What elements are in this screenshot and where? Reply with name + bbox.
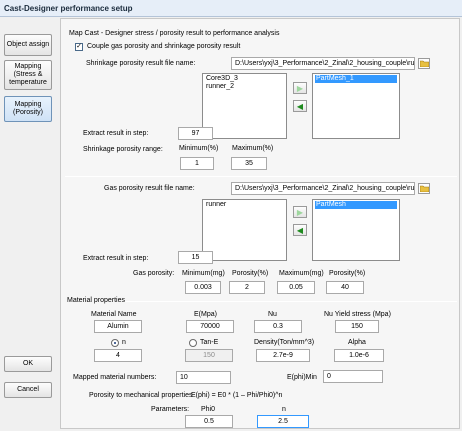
shrinkage-step-label: Extract result in step: (83, 130, 149, 137)
gas-min-input[interactable]: 0.003 (185, 281, 221, 294)
mapping-porosity-line2: (Porosity) (13, 109, 43, 116)
params-label: Parameters: (151, 406, 190, 413)
gas-por2-header: Porosity(%) (329, 270, 366, 277)
alpha-input[interactable]: 1.0e-6 (334, 349, 384, 362)
formula-text: E(phi) = E0 * (1 – Phi/Phi0)^n (191, 392, 283, 399)
gas-min-header: Minimum(mg) (182, 270, 225, 277)
cancel-button[interactable]: Cancel (4, 382, 52, 398)
list-item[interactable]: runner_2 (205, 83, 284, 91)
object-assign-button[interactable]: Object assign (4, 34, 52, 56)
list-item[interactable]: Core3D_3 (205, 75, 284, 83)
shrinkage-range-label: Shrinkage porosity range: (83, 146, 163, 153)
gas-por2-input[interactable]: 40 (326, 281, 364, 294)
shrinkage-min-header: Minimum(%) (179, 145, 219, 152)
shrinkage-selected-list[interactable]: PartMesh_1 (312, 73, 400, 139)
folder-icon (419, 60, 429, 67)
density-header: Density(Ton/mm^3) (254, 339, 315, 346)
density-input[interactable]: 2.7e-9 (256, 349, 310, 362)
n2-input[interactable]: 2.5 (257, 415, 309, 428)
gas-por1-input[interactable]: 2 (229, 281, 265, 294)
mapping-porosity-line1: Mapping (14, 101, 42, 108)
n-radio-label: n (122, 339, 126, 346)
shrinkage-remove-button[interactable]: ◀ (293, 100, 307, 112)
main-panel: Map Cast - Designer stress / porosity re… (60, 18, 460, 429)
shrinkage-available-list[interactable]: Core3D_3 runner_2 (202, 73, 287, 139)
list-item[interactable]: PartMesh_1 (315, 75, 397, 83)
gas-porosity-label: Gas porosity: (133, 270, 175, 277)
tane-input: 150 (185, 349, 233, 362)
arrow-left-icon: ◀ (296, 225, 304, 235)
mapping-stress-line2: (Stress & (13, 71, 43, 78)
folder-icon (419, 185, 429, 192)
yield-header: Nu Yield stress (Mpa) (324, 311, 391, 318)
shrinkage-browse-button[interactable] (418, 58, 430, 69)
gas-file-label: Gas porosity result file name: (104, 185, 195, 192)
n-radio[interactable] (111, 339, 119, 347)
gas-browse-button[interactable] (418, 183, 430, 194)
gas-add-button[interactable]: ▶ (293, 206, 307, 218)
n2-header: n (282, 406, 286, 413)
shrinkage-min-input[interactable]: 1 (180, 157, 214, 170)
gas-step-input[interactable]: 15 (178, 251, 213, 264)
divider (65, 176, 457, 177)
list-item[interactable]: runner (205, 201, 284, 209)
phi0-input[interactable]: 0.5 (185, 415, 233, 428)
tane-radio-label: Tan-E (200, 339, 219, 346)
gas-remove-button[interactable]: ◀ (293, 224, 307, 236)
ok-button[interactable]: OK (4, 356, 52, 372)
divider (121, 301, 457, 302)
left-nav-panel: Object assign Mapping (Stress & temperat… (0, 18, 58, 431)
material-name-header: Material Name (91, 311, 137, 318)
alpha-header: Alpha (348, 339, 366, 346)
gas-max-header: Maximum(mg) (279, 270, 324, 277)
page-title: Map Cast - Designer stress / porosity re… (69, 30, 280, 37)
gas-available-list[interactable]: runner (202, 199, 287, 261)
shrinkage-file-input[interactable]: D:\Users\yxj\3_Performance\2_Zinal\2_hou… (231, 57, 415, 70)
mapping-stress-line1: Mapping (14, 63, 42, 70)
nu-header: Nu (268, 311, 277, 318)
yield-input[interactable]: 150 (335, 320, 379, 333)
couple-checkbox-label: Couple gas porosity and shrinkage porosi… (87, 43, 241, 50)
e-header: E(Mpa) (194, 311, 217, 318)
gas-max-input[interactable]: 0.05 (277, 281, 315, 294)
arrow-right-icon: ▶ (296, 83, 304, 93)
e-input[interactable]: 70000 (186, 320, 234, 333)
shrinkage-step-input[interactable]: 97 (178, 127, 213, 140)
arrow-right-icon: ▶ (296, 207, 304, 217)
n-input[interactable]: 4 (94, 349, 142, 362)
mapping-stress-line3: temperature (9, 79, 47, 86)
window-title: Cast-Designer performance setup (0, 0, 462, 17)
shrinkage-max-input[interactable]: 35 (231, 157, 267, 170)
couple-checkbox[interactable]: ✓ (75, 43, 83, 51)
mapping-porosity-button[interactable]: Mapping (Porosity) (4, 96, 52, 122)
gas-step-label: Extract result in step: (83, 255, 149, 262)
material-name-input[interactable]: Alumin (94, 320, 142, 333)
gas-por1-header: Porosity(%) (232, 270, 269, 277)
formula-label: Porosity to mechanical properties (89, 392, 193, 399)
shrinkage-file-label: Shrinkage porosity result file name: (86, 60, 196, 67)
ephi-min-label: E(phi)Min (287, 374, 317, 381)
mapping-stress-button[interactable]: Mapping (Stress & temperature (4, 60, 52, 90)
material-section-label: Material properties (67, 297, 125, 304)
shrinkage-max-header: Maximum(%) (232, 145, 274, 152)
gas-selected-list[interactable]: PartMesh (312, 199, 400, 261)
phi0-header: Phi0 (201, 406, 216, 413)
gas-file-input[interactable]: D:\Users\yxj\3_Performance\2_Zinal\2_hou… (231, 182, 415, 195)
shrinkage-add-button[interactable]: ▶ (293, 82, 307, 94)
nu-input[interactable]: 0.3 (254, 320, 302, 333)
mapped-input[interactable]: 10 (176, 371, 231, 384)
arrow-left-icon: ◀ (296, 101, 304, 111)
mapped-label: Mapped material numbers: (73, 374, 157, 381)
ephi-min-input[interactable]: 0 (323, 370, 383, 383)
list-item[interactable]: PartMesh (315, 201, 397, 209)
tane-radio[interactable] (189, 339, 197, 347)
